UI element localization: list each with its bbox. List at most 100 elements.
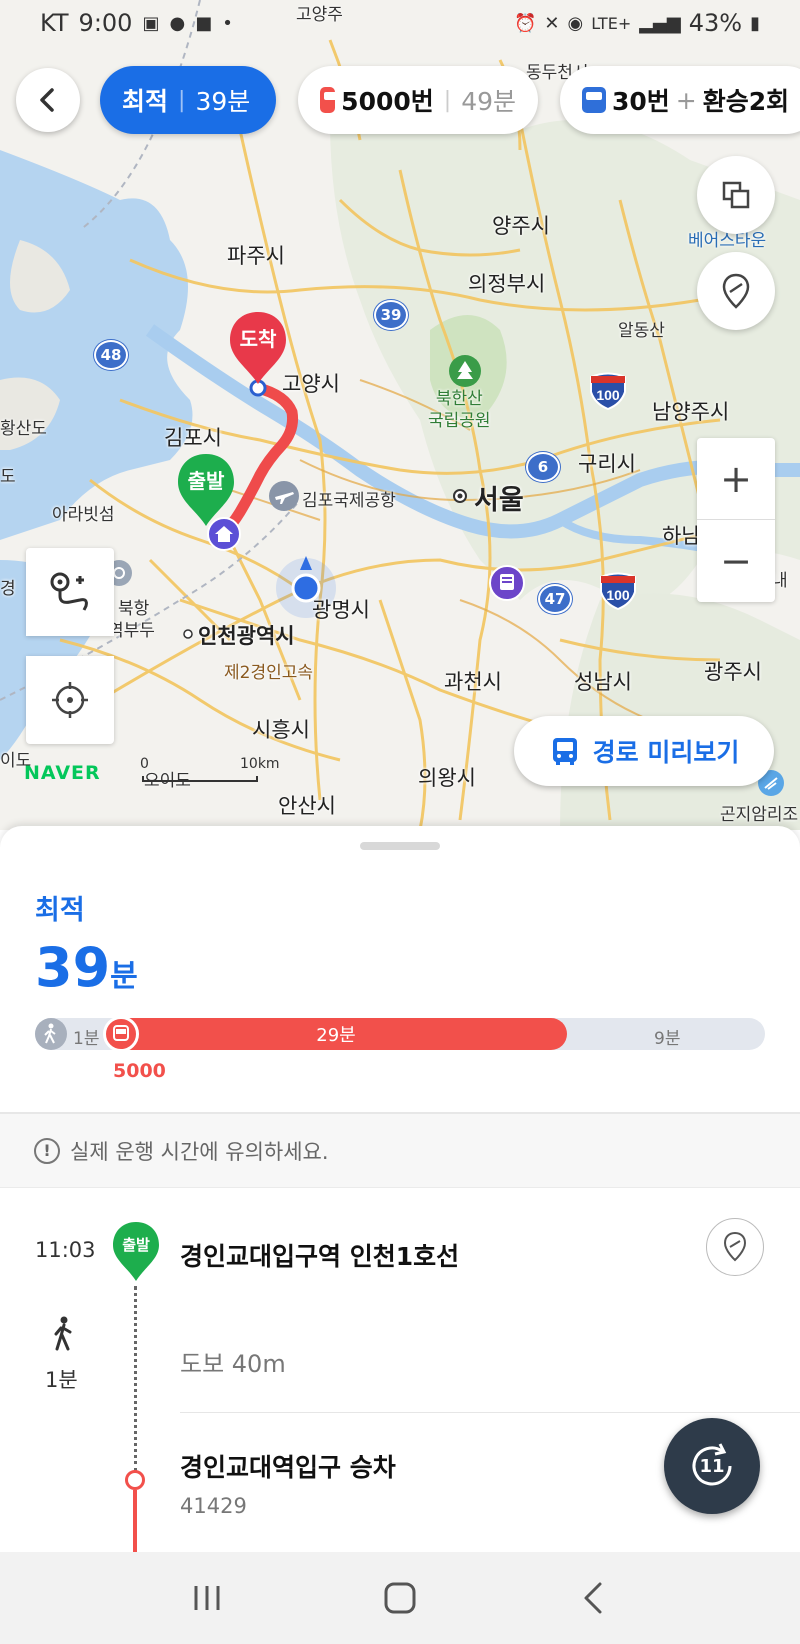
board-stop-id: 41429	[180, 1494, 247, 1518]
tab-bus-5000-minutes: 49분	[461, 87, 516, 116]
bus-segment: 29분	[105, 1018, 567, 1050]
label-siheung: 시흥시	[252, 718, 310, 742]
label-budu: 역부두	[108, 621, 155, 641]
tab-bus-30-transfer[interactable]: 30번 + 환승2회	[560, 66, 800, 134]
location-icon: ◉	[567, 12, 584, 34]
tab-bus-5000[interactable]: 5000번 | 49분	[298, 66, 538, 134]
home-icon[interactable]	[206, 516, 242, 552]
label-paju: 파주시	[227, 244, 285, 268]
walk-distance: 도보 40m	[180, 1350, 286, 1378]
nav-back-icon	[584, 1582, 602, 1614]
tab-optimal[interactable]: 최적 | 39분	[100, 66, 276, 134]
label-incheon: 인천광역시	[198, 624, 295, 648]
label-gwangmyeong: 광명시	[312, 598, 370, 622]
label-do: 도	[0, 467, 16, 487]
interstate-100b-text: 100	[606, 587, 630, 603]
nav-back-button[interactable]	[563, 1573, 623, 1623]
label-seongnam: 성남시	[574, 670, 632, 694]
route-shield-48: 48	[94, 340, 128, 370]
battery-icon: ▮	[750, 12, 760, 34]
status-bar: KT 9:00 ▣ ● ■ • ⏰ ✕ ◉ LTE+ ▂▄▆ 43% ▮	[0, 0, 800, 46]
clock: 9:00	[78, 9, 133, 37]
depart-stop-name[interactable]: 경인교대입구역 인천1호선	[180, 1237, 459, 1273]
label-hanam: 하남	[662, 524, 701, 548]
route-preview-label: 경로 미리보기	[592, 738, 740, 767]
tab-bus-30-plus: +	[675, 85, 697, 115]
route-path-icon	[50, 572, 88, 611]
label-gwangju: 광주시	[704, 660, 762, 684]
location-pin-button[interactable]	[697, 252, 775, 330]
airport-icon	[269, 481, 299, 511]
label-namyangju: 남양주시	[652, 400, 730, 424]
label-guri: 구리시	[578, 452, 636, 476]
recent-apps-button[interactable]	[177, 1573, 237, 1623]
park-icon	[449, 355, 481, 387]
layers-icon	[722, 181, 750, 209]
bus-segment-minutes: 29분	[316, 1025, 356, 1046]
alarm-icon: ⏰	[513, 12, 537, 34]
more-dot-icon: •	[222, 12, 233, 34]
interstate-shield-100b: 100	[600, 572, 636, 610]
recent-apps-icon	[194, 1586, 220, 1610]
board-stop-marker	[125, 1470, 145, 1490]
board-stop-name[interactable]: 경인교대역입구 승차	[180, 1448, 396, 1484]
refresh-button[interactable]: 11	[664, 1418, 760, 1514]
sheet-handle[interactable]	[360, 842, 440, 850]
label-aldong: 알동산	[618, 321, 665, 341]
home-nav-icon	[384, 1582, 416, 1614]
tab-optimal-minutes: 39분	[195, 87, 251, 116]
bus-icon	[552, 738, 577, 765]
label-uiwang: 의왕시	[418, 766, 476, 790]
route-options-button[interactable]	[26, 548, 114, 636]
seoul-marker-icon	[453, 489, 467, 503]
route-shield-47: 47	[538, 584, 572, 614]
message-icon: ■	[195, 12, 213, 34]
arrival-pin-text: 도착	[240, 327, 277, 351]
label-gonjiam: 곤지암리조	[720, 805, 799, 825]
depart-time: 11:03	[35, 1238, 96, 1262]
gallery-icon: ▣	[142, 12, 160, 34]
blue-bus-icon	[582, 87, 606, 113]
route-preview-button[interactable]: 경로 미리보기	[514, 716, 774, 786]
label-seoul: 서울	[474, 485, 524, 516]
bus-path-line	[133, 1490, 137, 1552]
bus-small-icon	[113, 1025, 129, 1041]
bus-stop-poi-icon[interactable]	[488, 564, 526, 602]
refresh-icon: 11	[692, 1443, 732, 1486]
zoom-control: + −	[697, 438, 775, 602]
label-ara: 아라빗섬	[52, 505, 115, 525]
refresh-count: 11	[699, 1456, 724, 1477]
route-detail-sheet[interactable]: 최적 39분 29분 1분 9분 5000 ! 실제 운행 시간에 유의하세요.…	[0, 826, 800, 1552]
map-view[interactable]: 파주시 양주시 의정부시 고양시 김포시 북한산 국립공원 김포국제공항 서울 구…	[0, 0, 800, 830]
back-button[interactable]	[16, 68, 80, 132]
zoom-out-button[interactable]: −	[697, 520, 775, 602]
label-expressway: 제2경인고속	[224, 663, 314, 683]
arrival-pin[interactable]: 도착	[226, 310, 290, 386]
walking-icon	[54, 1316, 72, 1351]
map-pin-icon	[723, 1231, 747, 1262]
notice-text: 실제 운행 시간에 유의하세요.	[70, 1139, 329, 1164]
depart-location-button[interactable]	[706, 1218, 764, 1276]
tab-bus-5000-label: 5000번	[341, 87, 434, 116]
tab-bus-30-label: 30번	[612, 87, 670, 116]
red-bus-icon	[320, 87, 341, 113]
last-segment-minutes: 9분	[654, 1029, 681, 1049]
scale-distance: 10km	[240, 756, 280, 772]
step-divider	[180, 1412, 800, 1413]
total-time: 39분	[35, 936, 138, 999]
label-cheon: 경	[0, 579, 16, 599]
battery-percent: 43%	[688, 9, 743, 37]
tab-optimal-label: 최적	[122, 87, 169, 116]
walk-segment-minutes: 1분	[73, 1029, 100, 1049]
talk-icon: ●	[169, 12, 186, 34]
home-button[interactable]	[370, 1573, 430, 1623]
departure-pin-text: 출발	[188, 469, 225, 493]
label-yangju: 양주시	[492, 214, 550, 238]
layers-button[interactable]	[697, 156, 775, 234]
label-gimpo: 김포시	[164, 426, 222, 450]
zoom-in-button[interactable]: +	[697, 438, 775, 520]
carrier: KT	[40, 9, 69, 37]
crosshair-icon	[52, 682, 88, 718]
route-shield-6: 6	[526, 452, 560, 482]
my-location-button[interactable]	[26, 656, 114, 744]
